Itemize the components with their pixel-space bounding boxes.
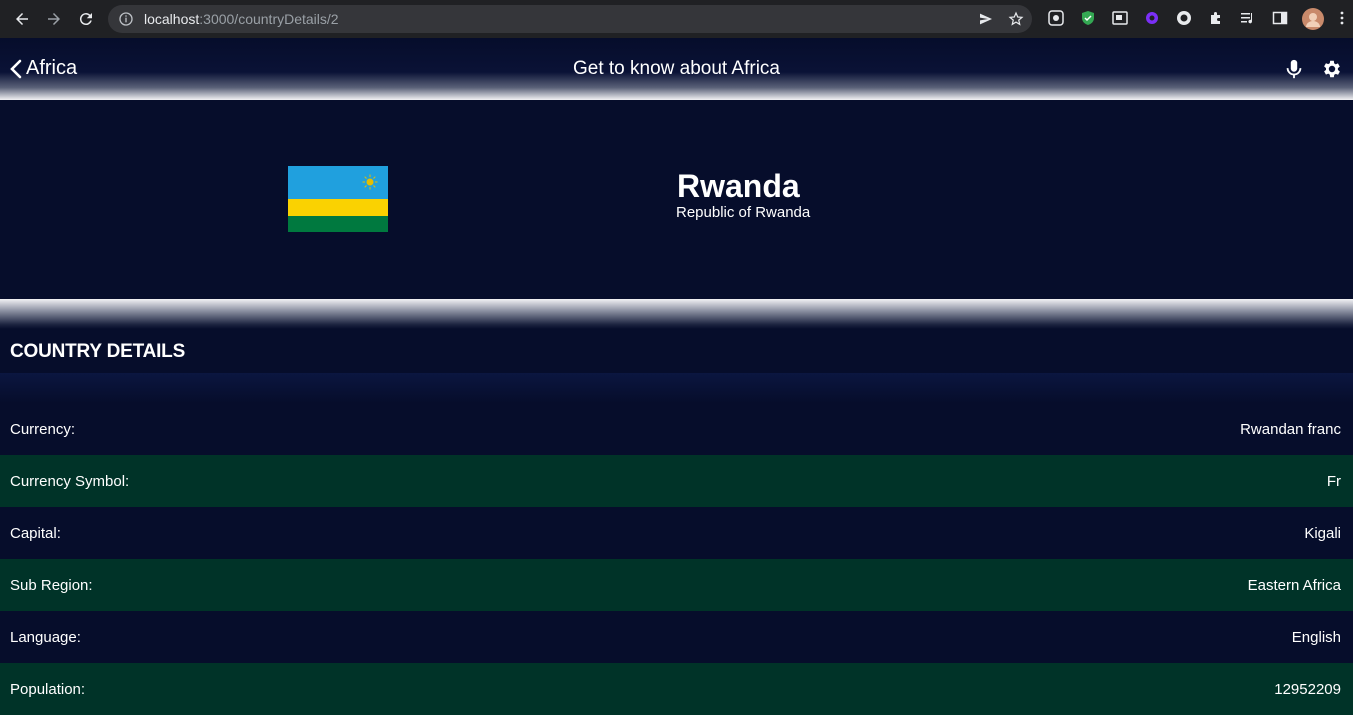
detail-value: Fr xyxy=(1326,472,1341,490)
app-header: Africa Get to know about Africa xyxy=(0,38,1353,100)
country-name: Rwanda xyxy=(677,168,800,204)
hero-divider xyxy=(0,299,1353,329)
detail-row-currency: Currency: Rwandan franc xyxy=(0,403,1353,455)
country-official-name: Republic of Rwanda xyxy=(676,204,811,221)
sun-icon xyxy=(362,174,378,190)
settings-gear-icon[interactable] xyxy=(1321,58,1343,80)
detail-row-language: Language: English xyxy=(0,611,1353,663)
details-list: Currency: Rwandan franc Currency Symbol:… xyxy=(0,403,1353,715)
back-arrow-icon[interactable] xyxy=(10,7,34,31)
extension-icon[interactable] xyxy=(1047,9,1065,27)
detail-row-capital: Capital: Kigali xyxy=(0,507,1353,559)
detail-row-currency-symbol: Currency Symbol: Fr xyxy=(0,455,1353,507)
section-title: COUNTRY DETAILS xyxy=(10,341,186,362)
detail-label: Sub Region: xyxy=(10,576,93,594)
bookmark-star-icon[interactable] xyxy=(1008,11,1024,27)
detail-label: Currency: xyxy=(10,420,76,438)
detail-label: Population: xyxy=(10,680,86,698)
browser-toolbar: localhost:3000/countryDetails/2 xyxy=(0,0,1353,38)
reload-icon[interactable] xyxy=(74,7,98,31)
country-hero: Rwanda Republic of Rwanda xyxy=(0,100,1353,300)
microphone-icon[interactable] xyxy=(1283,58,1305,80)
detail-label: Currency Symbol: xyxy=(10,472,130,490)
media-icon[interactable] xyxy=(1239,9,1257,27)
detail-value: Eastern Africa xyxy=(1247,576,1341,594)
forward-arrow-icon[interactable] xyxy=(42,7,66,31)
detail-value: English xyxy=(1291,628,1341,646)
info-icon[interactable] xyxy=(118,11,134,27)
detail-row-sub-region: Sub Region: Eastern Africa xyxy=(0,559,1353,611)
detail-row-population: Population: 12952209 xyxy=(0,663,1353,715)
circle-extension-icon[interactable] xyxy=(1175,9,1193,27)
send-icon[interactable] xyxy=(978,11,994,27)
address-bar[interactable]: localhost:3000/countryDetails/2 xyxy=(108,5,1032,33)
puzzle-icon[interactable] xyxy=(1207,9,1225,27)
detail-label: Language: xyxy=(10,628,81,646)
detail-label: Capital: xyxy=(10,524,61,542)
menu-dots-icon[interactable] xyxy=(1333,9,1351,27)
window-extension-icon[interactable] xyxy=(1111,9,1129,27)
detail-value: Kigali xyxy=(1304,524,1341,542)
url-text[interactable]: localhost:3000/countryDetails/2 xyxy=(144,11,339,27)
side-panel-icon[interactable] xyxy=(1271,9,1289,27)
section-divider xyxy=(0,373,1353,403)
country-flag xyxy=(288,166,388,232)
detail-value: 12952209 xyxy=(1274,680,1341,698)
detail-value: Rwandan franc xyxy=(1240,420,1341,438)
shield-extension-icon[interactable] xyxy=(1079,9,1097,27)
page-title: Get to know about Africa xyxy=(572,58,780,79)
gear-extension-icon[interactable] xyxy=(1143,9,1161,27)
profile-avatar[interactable] xyxy=(1302,8,1324,30)
